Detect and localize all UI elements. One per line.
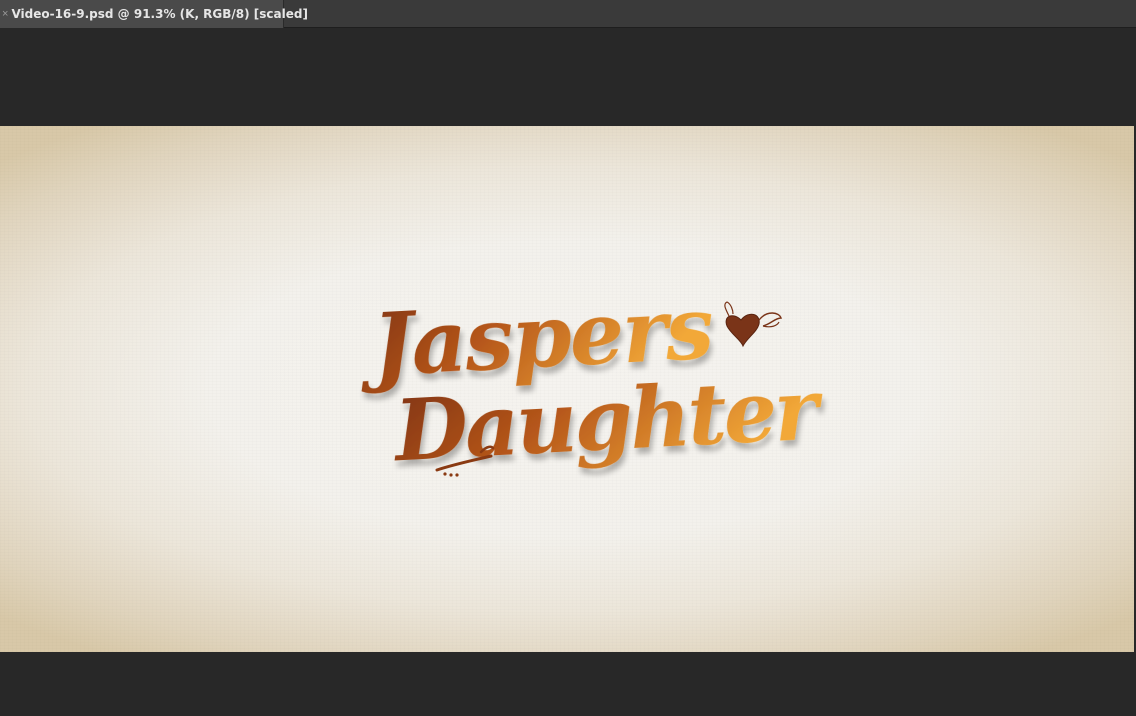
photoshop-window: × Video-16-9.psd @ 91.3% (K, RGB/8) [sca… [0,0,1136,716]
close-icon[interactable]: × [2,0,8,28]
jaspers-daughter-logo: Jaspers Daughter [355,278,826,486]
canvas-workspace[interactable]: Jaspers Daughter [0,28,1136,716]
logo-line-daughter: Daughter [390,359,826,480]
document-tab-title: Video-16-9.psd @ 91.3% (K, RGB/8) [scale… [11,7,308,21]
winged-heart-icon [724,301,782,348]
logo-artwork: Jaspers Daughter [356,278,826,481]
document-tab-bar: × Video-16-9.psd @ 91.3% (K, RGB/8) [sca… [0,0,1136,28]
document-tab[interactable]: × Video-16-9.psd @ 91.3% (K, RGB/8) [sca… [0,0,308,28]
document-canvas[interactable]: Jaspers Daughter [0,126,1134,652]
